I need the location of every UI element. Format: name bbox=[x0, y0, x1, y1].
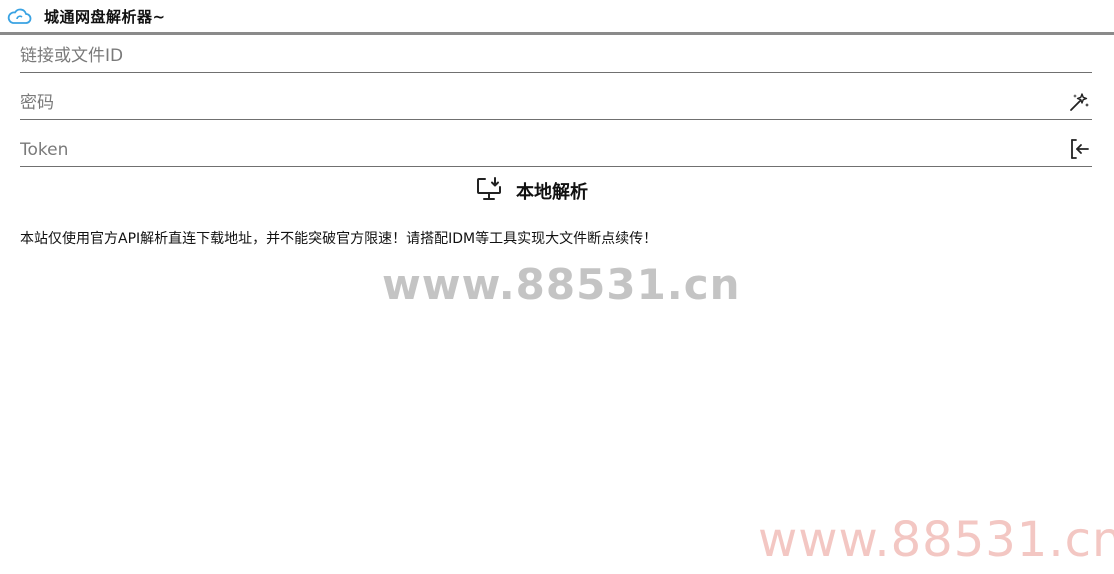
local-parse-label: 本地解析 bbox=[516, 182, 588, 203]
magic-wand-icon[interactable] bbox=[1066, 89, 1092, 115]
password-field bbox=[20, 85, 1092, 120]
login-arrow-icon[interactable] bbox=[1066, 136, 1092, 162]
cloud-icon bbox=[6, 6, 32, 26]
parse-form bbox=[20, 38, 1092, 179]
token-input[interactable] bbox=[20, 137, 1066, 166]
monitor-download-icon bbox=[476, 176, 502, 206]
notice-text: 本站仅使用官方API解析直连下载地址，并不能突破官方限速！请搭配IDM等工具实现… bbox=[20, 231, 658, 247]
watermark-corner: www.88531.cn bbox=[758, 512, 1114, 568]
local-parse-button[interactable]: 本地解析 bbox=[468, 174, 596, 208]
watermark-center: www.88531.cn bbox=[382, 260, 741, 309]
link-input[interactable] bbox=[20, 43, 1092, 72]
password-input[interactable] bbox=[20, 90, 1066, 119]
link-field bbox=[20, 38, 1092, 73]
app-window: 城通网盘解析器~ 链接或文件ID 密码 Token 本地解析 本站仅使用官方AP… bbox=[0, 0, 1114, 574]
app-title: 城通网盘解析器~ bbox=[44, 7, 166, 26]
parse-row: 本地解析 bbox=[0, 174, 1114, 208]
title-bar: 城通网盘解析器~ bbox=[0, 0, 1114, 35]
token-field bbox=[20, 132, 1092, 167]
